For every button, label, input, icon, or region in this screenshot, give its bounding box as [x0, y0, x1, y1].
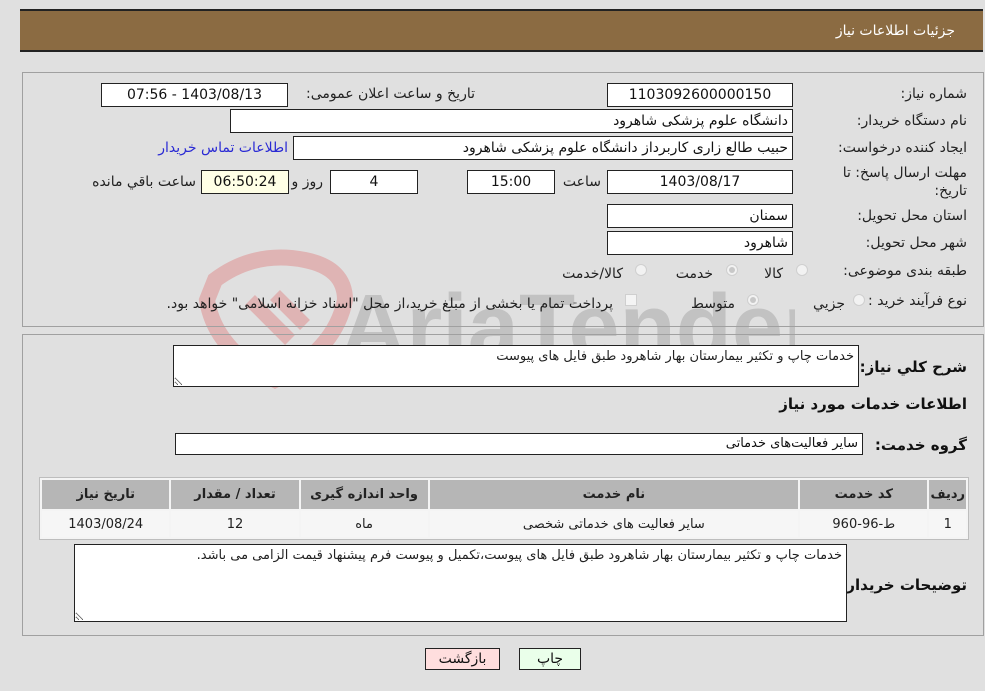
description-textarea[interactable]: خدمات چاپ و تکثیر بیمارستان بهار شاهرود … — [173, 345, 859, 387]
col-header-quantity: تعداد / مقدار — [171, 480, 299, 509]
table-row: 1 ط-96-960 سایر فعالیت های خدماتی شخصی م… — [42, 511, 966, 537]
purchase-option-minor: جزيي — [813, 296, 845, 312]
back-button[interactable]: بازگشت — [425, 648, 500, 670]
days-remaining-field: 4 — [330, 170, 418, 194]
category-label: طبقه بندی موضوعی: — [843, 263, 967, 279]
services-table-header-row: ردیف کد خدمت نام خدمت واحد اندازه گیری ت… — [42, 480, 966, 509]
buyer-contact-link[interactable]: اطلاعات تماس خریدار — [158, 140, 288, 156]
services-table: ردیف کد خدمت نام خدمت واحد اندازه گیری ت… — [39, 477, 969, 540]
announce-date-field: 1403/08/13 - 07:56 — [101, 83, 288, 107]
announce-date-label: تاریخ و ساعت اعلان عمومی: — [306, 86, 475, 102]
deadline-label: مهلت ارسال پاسخ: تا تاریخ: — [842, 165, 967, 199]
cell-quantity: 12 — [171, 511, 299, 537]
description-label: شرح کلي نیاز: — [859, 358, 967, 376]
category-option-service: خدمت — [675, 266, 713, 282]
services-section-title: اطلاعات خدمات مورد نیاز — [779, 395, 967, 413]
category-radio-goods-service[interactable] — [635, 264, 647, 276]
purchase-radio-minor[interactable] — [853, 294, 865, 306]
need-number-label: شماره نیاز: — [900, 86, 968, 102]
service-group-field: سایر فعالیت‌های خدماتی — [175, 433, 863, 455]
service-group-label: گروه خدمت: — [874, 436, 967, 454]
purchase-radio-medium[interactable] — [747, 294, 759, 306]
purchase-option-medium: متوسط — [691, 296, 735, 312]
col-header-service-code: کد خدمت — [800, 480, 928, 509]
cell-row-number: 1 — [929, 511, 966, 537]
cell-need-date: 1403/08/24 — [42, 511, 170, 537]
deadline-time-label: ساعت — [562, 174, 601, 190]
cell-service-code: ط-96-960 — [800, 511, 928, 537]
page-title: جزئیات اطلاعات نیاز — [835, 23, 955, 39]
time-remaining-label: ساعت باقي مانده — [92, 174, 196, 190]
col-header-row-number: ردیف — [929, 480, 966, 509]
deadline-date-field: 1403/08/17 — [607, 170, 793, 194]
col-header-service-name: نام خدمت — [429, 480, 799, 509]
cell-unit: ماه — [300, 511, 428, 537]
col-header-need-date: تاریخ نیاز — [42, 480, 170, 509]
province-label: استان محل تحویل: — [857, 208, 967, 224]
page-header: جزئیات اطلاعات نیاز — [20, 9, 983, 52]
buyer-notes-textarea[interactable]: خدمات چاپ و تکثیر بیمارستان بهار شاهرود … — [74, 544, 847, 622]
deadline-time-field: 15:00 — [467, 170, 555, 194]
buyer-notes-label: توضیحات خریدار: — [840, 576, 967, 594]
buyer-org-label: نام دستگاه خریدار: — [856, 113, 967, 129]
category-option-goods-service: کالا/خدمت — [562, 266, 623, 282]
category-option-goods: کالا — [764, 266, 783, 282]
treasury-checkbox[interactable] — [625, 294, 637, 306]
city-field: شاهرود — [607, 231, 793, 255]
need-number-field: 1103092600000150 — [607, 83, 793, 107]
province-field: سمنان — [607, 204, 793, 228]
buyer-org-field: دانشگاه علوم پزشکی شاهرود — [230, 109, 793, 133]
days-label: روز و — [291, 174, 324, 190]
category-radio-service[interactable] — [726, 264, 738, 276]
purchase-type-label: نوع فرآیند خرید : — [868, 293, 967, 309]
print-button[interactable]: چاپ — [519, 648, 581, 670]
col-header-unit: واحد اندازه گیری — [300, 480, 428, 509]
time-remaining-field: 06:50:24 — [201, 170, 289, 194]
cell-service-name: سایر فعالیت های خدماتی شخصی — [429, 511, 799, 537]
creator-field: حبیب طالع زاری کاربرداز دانشگاه علوم پزش… — [293, 136, 793, 160]
city-label: شهر محل تحویل: — [865, 235, 967, 251]
treasury-note: پرداخت تمام یا بخشی از مبلغ خرید،از محل … — [166, 296, 613, 312]
category-radio-goods[interactable] — [796, 264, 808, 276]
creator-label: ایجاد کننده درخواست: — [838, 140, 967, 156]
